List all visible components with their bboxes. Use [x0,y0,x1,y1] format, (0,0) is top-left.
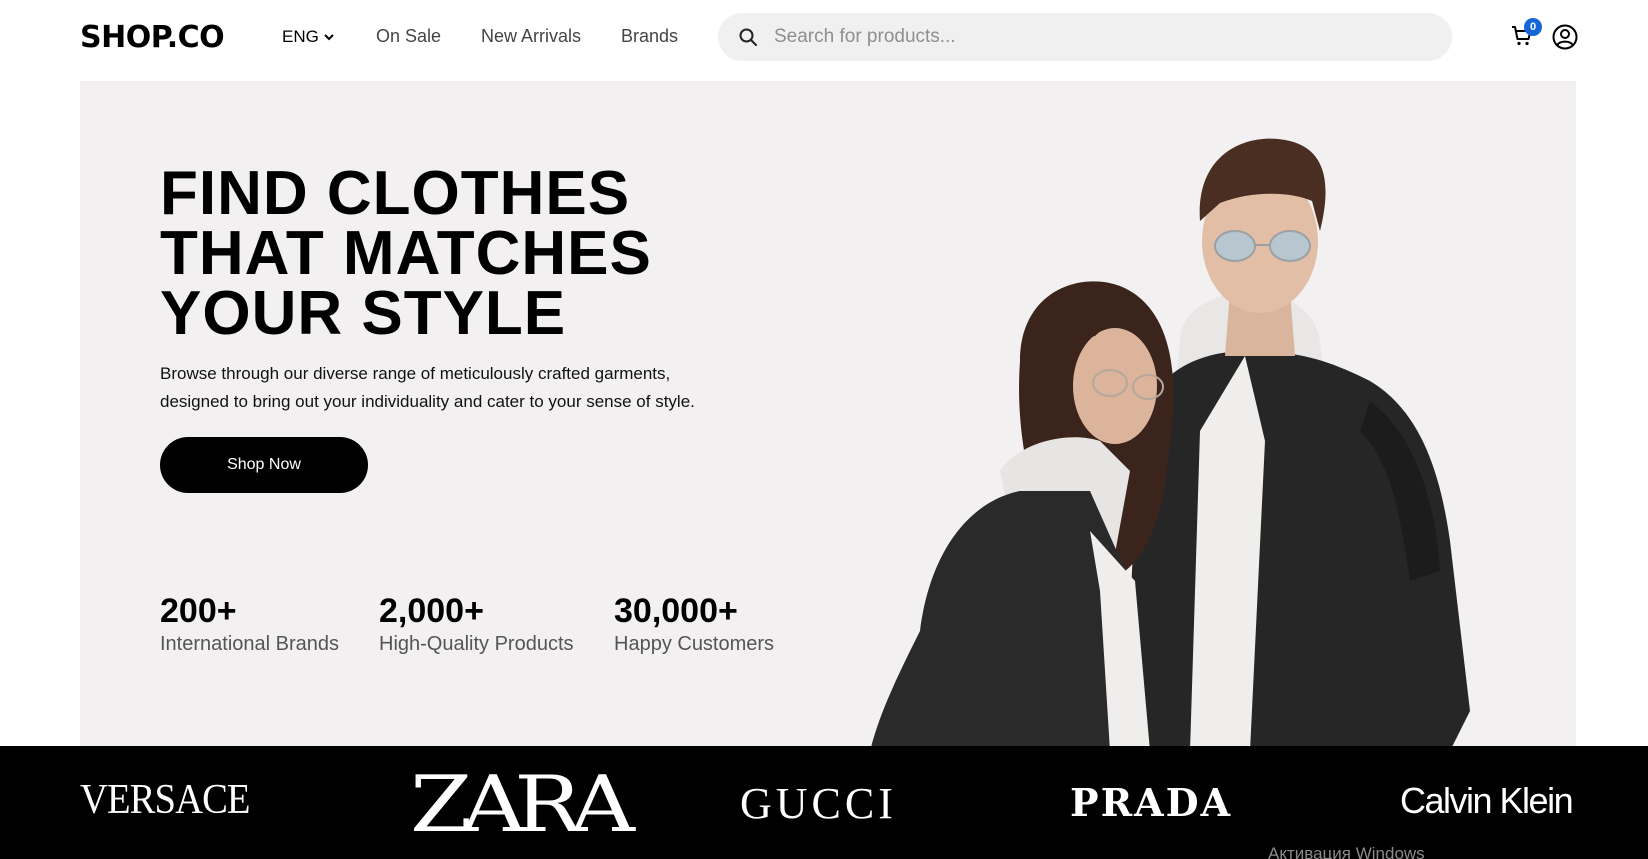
stat-products: 2,000+ High-Quality Products [379,591,574,656]
brand-logo-calvin-klein: Calvin Klein [1400,780,1574,821]
brand-logo-prada: PRADA [1070,780,1233,825]
hero-subtitle-line: Browse through our diverse range of meti… [160,364,671,383]
account-icon [1552,24,1578,50]
os-activation-watermark: Активация Windows [1268,844,1425,859]
language-selector[interactable]: ENG [282,27,335,47]
stat-value: 2,000+ [379,592,484,630]
navbar: SHOP.CO ENG On Sale New Arrivals Brands … [0,0,1648,76]
search-bar[interactable] [718,13,1452,61]
chevron-down-icon [324,34,334,41]
brand-strip: VERSACE ZARA GUCCI PRADA Calvin Klein [0,746,1648,859]
shop-now-button[interactable]: Shop Now [160,437,368,493]
nav-link-new-arrivals[interactable]: New Arrivals [481,26,581,47]
stat-customers: 30,000+ Happy Customers [614,591,774,656]
account-button[interactable] [1551,23,1579,51]
search-input[interactable] [774,26,1434,48]
stat-value: 200+ [160,592,237,630]
nav-link-on-sale[interactable]: On Sale [376,26,441,47]
hero-models-image [871,138,1470,746]
stat-label: High-Quality Products [379,633,574,655]
hero-title-line: FIND CLOTHES [160,159,631,228]
hero-subtitle: Browse through our diverse range of meti… [160,360,760,416]
cart-count-badge: 0 [1524,18,1542,36]
stat-brands: 200+ International Brands [160,591,339,656]
hero-section: FIND CLOTHES THAT MATCHES YOUR STYLE Bro… [80,81,1576,746]
brand-logo-gucci: GUCCI [740,779,897,828]
stat-label: Happy Customers [614,633,775,655]
search-icon [739,28,757,46]
cart-button[interactable]: 0 [1510,18,1542,50]
brand-logo-zara: ZARA [410,760,635,850]
stat-value: 30,000+ [614,592,738,630]
hero-title: FIND CLOTHES THAT MATCHES YOUR STYLE [160,163,720,345]
stat-label: International Brands [160,633,340,655]
nav-link-brands[interactable]: Brands [621,26,678,47]
hero-title-line: THAT MATCHES [160,219,652,288]
logo[interactable]: SHOP.CO [80,20,225,55]
brand-logo-versace: VERSACE [80,777,251,823]
language-label: ENG [282,27,319,46]
hero-subtitle-line: designed to bring out your individuality… [160,392,695,411]
hero-title-line: YOUR STYLE [160,279,567,348]
